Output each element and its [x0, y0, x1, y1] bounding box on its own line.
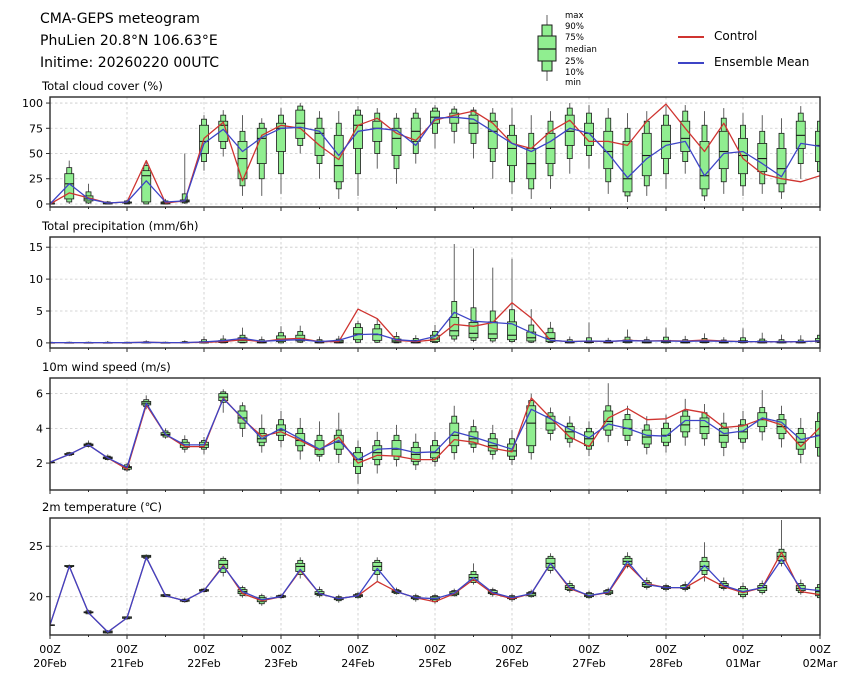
svg-text:00Z: 00Z [39, 643, 61, 656]
page-title: CMA-GEPS meteogram [40, 11, 200, 27]
svg-text:median: median [565, 45, 597, 55]
panel-precip: 0 5 10 15 Total precipitation (mm/6h) [29, 219, 821, 352]
svg-text:10: 10 [29, 273, 43, 286]
svg-text:00Z: 00Z [116, 643, 138, 656]
svg-text:22Feb: 22Feb [187, 657, 220, 670]
svg-text:75: 75 [29, 122, 43, 135]
svg-text:00Z: 00Z [578, 643, 600, 656]
svg-text:6: 6 [36, 388, 43, 401]
panel-wind: 2 4 6 10m wind speed (m/s) [36, 360, 821, 494]
panel-cloud: 0 25 50 75 100 Total cloud cover (%) [22, 79, 821, 211]
svg-text:00Z: 00Z [347, 643, 369, 656]
svg-text:27Feb: 27Feb [572, 657, 605, 670]
svg-text:20Feb: 20Feb [33, 657, 66, 670]
svg-text:00Z: 00Z [732, 643, 754, 656]
svg-text:00Z: 00Z [424, 643, 446, 656]
meteogram-chart: max90%75%median25%10%min0255075100Total … [22, 11, 838, 670]
svg-text:0: 0 [36, 198, 43, 211]
svg-text:25: 25 [29, 540, 43, 553]
control-legend-line [678, 36, 704, 38]
svg-text:20: 20 [29, 591, 43, 604]
svg-text:24Feb: 24Feb [341, 657, 374, 670]
svg-text:00Z: 00Z [501, 643, 523, 656]
svg-text:25Feb: 25Feb [418, 657, 451, 670]
meteogram-page: max 90% 75% median 25% 10% min 0 25 50 75 100 Total … [0, 0, 841, 680]
init-time: Initime: 20260220 00UTC [40, 55, 219, 71]
svg-text:28Feb: 28Feb [649, 657, 682, 670]
panel-temp: 20 25 2m temperature (℃) [29, 500, 821, 639]
svg-text:23Feb: 23Feb [264, 657, 297, 670]
station-location: PhuLien 20.8°N 106.63°E [40, 33, 218, 49]
svg-text:2: 2 [36, 457, 43, 470]
svg-text:21Feb: 21Feb [110, 657, 143, 670]
svg-text:00Z: 00Z [809, 643, 831, 656]
x-axis-labels: 00Z20Feb00Z21Feb00Z22Feb00Z23Feb00Z24Feb… [33, 643, 838, 670]
svg-text:75%: 75% [565, 33, 584, 43]
svg-text:Total cloud cover (%): Total cloud cover (%) [41, 79, 163, 93]
svg-text:02Mar: 02Mar [803, 657, 838, 670]
svg-text:25: 25 [29, 173, 43, 186]
svg-text:0: 0 [36, 337, 43, 350]
svg-text:26Feb: 26Feb [495, 657, 528, 670]
svg-text:Total precipitation (mm/6h): Total precipitation (mm/6h) [41, 219, 198, 233]
svg-text:90%: 90% [565, 22, 584, 32]
svg-text:10%: 10% [565, 68, 584, 78]
ensemble-legend-line [678, 62, 704, 64]
svg-text:5: 5 [36, 305, 43, 318]
svg-text:15: 15 [29, 241, 43, 254]
svg-text:00Z: 00Z [193, 643, 215, 656]
boxplot-legend-glyph: max90%75% median 25%10%min [537, 11, 597, 88]
svg-text:4: 4 [36, 422, 43, 435]
svg-text:01Mar: 01Mar [726, 657, 761, 670]
svg-text:2m temperature (℃): 2m temperature (℃) [42, 500, 162, 514]
svg-text:50: 50 [29, 148, 43, 161]
svg-text:00Z: 00Z [270, 643, 292, 656]
box-whisker-series [50, 520, 820, 634]
svg-text:25%: 25% [565, 57, 584, 67]
svg-text:max: max [565, 11, 584, 21]
svg-text:10m wind speed (m/s): 10m wind speed (m/s) [42, 360, 171, 374]
svg-text:min: min [565, 78, 581, 88]
ensemble-legend-label: Ensemble Mean [714, 55, 810, 69]
svg-text:100: 100 [22, 97, 43, 110]
svg-text:00Z: 00Z [655, 643, 677, 656]
control-legend-label: Control [714, 29, 758, 43]
